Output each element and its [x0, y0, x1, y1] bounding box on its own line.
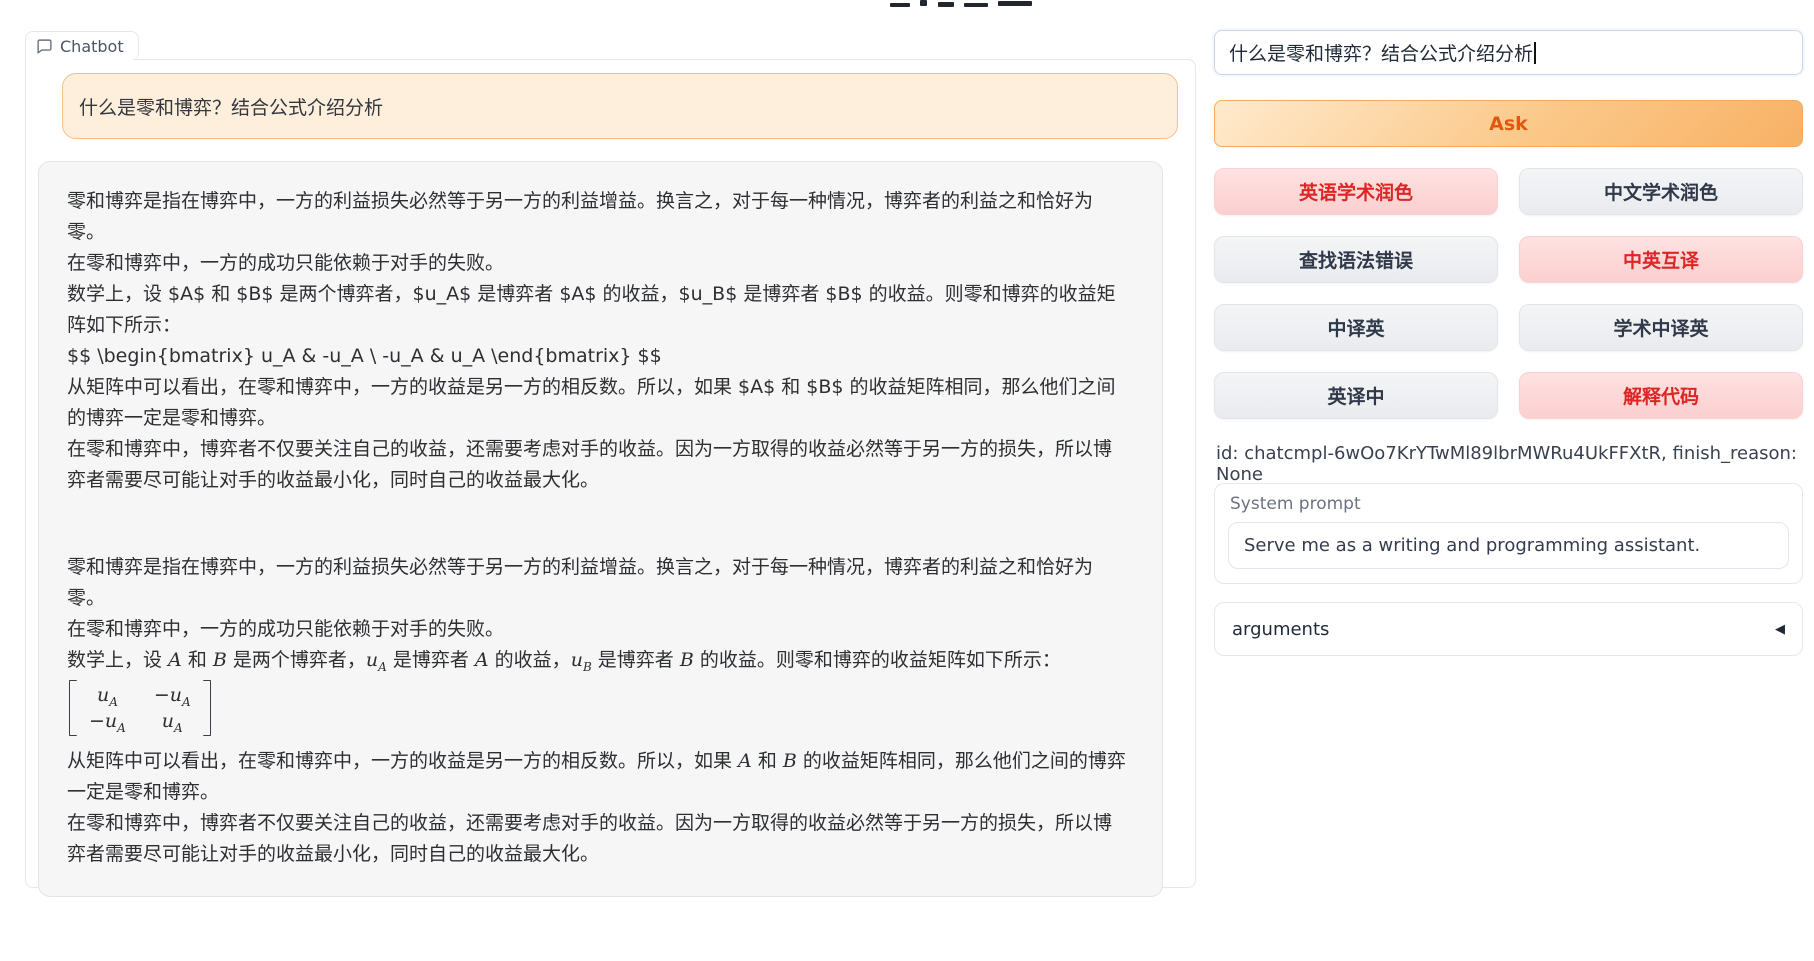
arguments-accordion[interactable]: arguments ◀ [1214, 602, 1803, 656]
system-prompt-value: Serve me as a writing and programming as… [1244, 535, 1700, 556]
zh-to-en-button[interactable]: 中译英 [1214, 304, 1498, 351]
text-caret [1534, 42, 1536, 64]
system-prompt-input[interactable]: Serve me as a writing and programming as… [1228, 522, 1789, 569]
clipped-page-title [890, 0, 1040, 7]
bot-raw-paragraph: 从矩阵中可以看出，在零和博弈中，一方的收益是另一方的相反数。所以，如果 $A$ … [67, 372, 1130, 434]
bot-rendered-paragraph: 零和博弈是指在博弈中，一方的利益损失必然等于另一方的利益增益。换言之，对于每一种… [67, 552, 1130, 614]
user-message-text: 什么是零和博弈？结合公式介绍分析 [79, 93, 383, 120]
bot-raw-latex-line: $$ \begin{bmatrix} u_A & -u_A \ -u_A & u… [67, 341, 1130, 372]
bot-raw-paragraph: 数学上，设 $A$ 和 $B$ 是两个博弈者，$u_A$ 是博弈者 $A$ 的收… [67, 279, 1130, 341]
bot-message-rendered-section: 零和博弈是指在博弈中，一方的利益损失必然等于另一方的利益增益。换言之，对于每一种… [67, 552, 1130, 870]
bot-message-bubble: 零和博弈是指在博弈中，一方的利益损失必然等于另一方的利益增益。换言之，对于每一种… [38, 161, 1163, 897]
function-button-grid: 英语学术润色中文学术润色查找语法错误中英互译中译英学术中译英英译中解释代码 [1214, 168, 1803, 419]
find-grammar-errors-button[interactable]: 查找语法错误 [1214, 236, 1498, 283]
explain-code-button[interactable]: 解释代码 [1519, 372, 1803, 419]
bot-rendered-paragraph: 在零和博弈中，一方的成功只能依赖于对手的失败。 [67, 614, 1130, 645]
section-gap [67, 496, 1130, 552]
bot-raw-paragraph: 零和博弈是指在博弈中，一方的利益损失必然等于另一方的利益增益。换言之，对于每一种… [67, 186, 1130, 248]
bot-rendered-paragraph: 在零和博弈中，博弈者不仅要关注自己的收益，还需要考虑对手的收益。因为一方取得的收… [67, 808, 1130, 870]
system-prompt-label: System prompt [1230, 494, 1361, 514]
chatbot-label-chip: Chatbot [25, 31, 139, 60]
academic-zh-to-en-button[interactable]: 学术中译英 [1519, 304, 1803, 351]
bot-rendered-math-intro: 数学上，设 A 和 B 是两个博弈者，uA 是博弈者 A 的收益，uB 是博弈者… [67, 645, 1130, 676]
bot-rendered-conclusion: 从矩阵中可以看出，在零和博弈中，一方的收益是另一方的相反数。所以，如果 A 和 … [67, 746, 1130, 808]
response-id-text: id: chatcmpl-6wOo7KrYTwMl89lbrMWRu4UkFFX… [1216, 443, 1803, 485]
chatbot-label: Chatbot [60, 37, 124, 56]
chinese-academic-polish-button[interactable]: 中文学术润色 [1519, 168, 1803, 215]
bot-message-raw-section: 零和博弈是指在博弈中，一方的利益损失必然等于另一方的利益增益。换言之，对于每一种… [67, 186, 1130, 496]
en-to-zh-button[interactable]: 英译中 [1214, 372, 1498, 419]
user-message-bubble: 什么是零和博弈？结合公式介绍分析 [62, 73, 1178, 139]
ask-button[interactable]: Ask [1214, 100, 1803, 147]
bot-raw-paragraph: 在零和博弈中，一方的成功只能依赖于对手的失败。 [67, 248, 1130, 279]
system-prompt-card: System prompt Serve me as a writing and … [1214, 483, 1803, 584]
english-academic-polish-button[interactable]: 英语学术润色 [1214, 168, 1498, 215]
accordion-collapse-icon: ◀ [1775, 622, 1785, 637]
matrix-right-bracket [203, 680, 211, 736]
chatbot-panel: Chatbot 什么是零和博弈？结合公式介绍分析 零和博弈是指在博弈中，一方的利… [25, 59, 1196, 888]
question-input[interactable]: 什么是零和博弈？结合公式介绍分析 [1214, 30, 1803, 75]
payoff-matrix: uA−uA−uAuA [67, 676, 1130, 746]
arguments-accordion-label: arguments [1232, 619, 1329, 640]
bot-raw-paragraph: 在零和博弈中，博弈者不仅要关注自己的收益，还需要考虑对手的收益。因为一方取得的收… [67, 434, 1130, 496]
question-input-value: 什么是零和博弈？结合公式介绍分析 [1229, 39, 1533, 66]
chat-bubble-icon [36, 38, 53, 55]
matrix-left-bracket [69, 680, 77, 736]
zh-en-mutual-translate-button[interactable]: 中英互译 [1519, 236, 1803, 283]
